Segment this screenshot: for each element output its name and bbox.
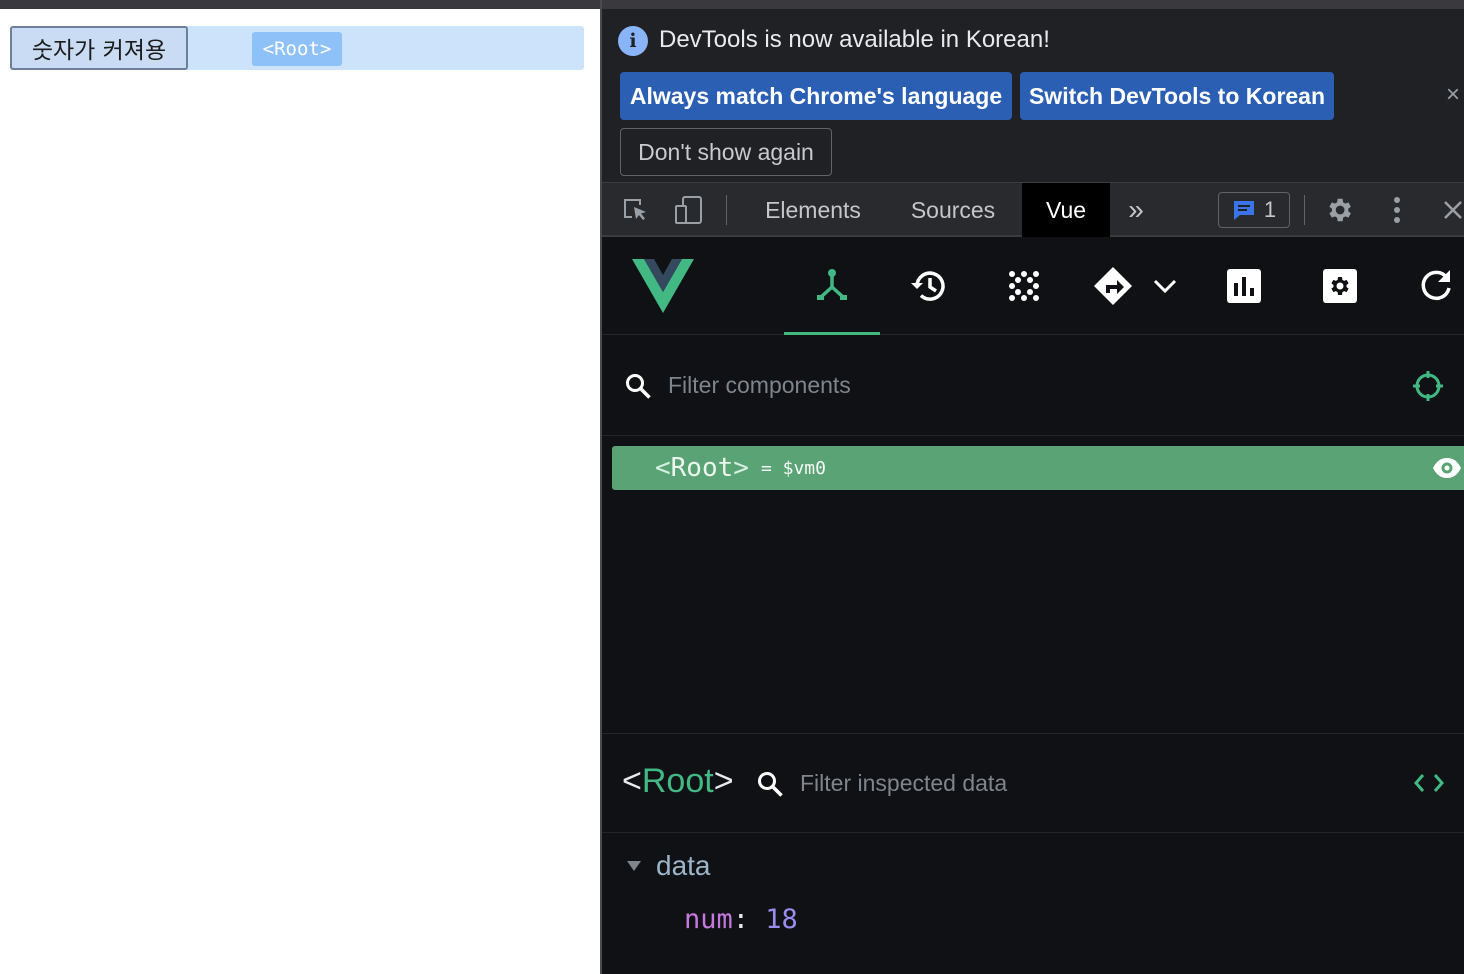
data-section-label: data	[656, 850, 711, 881]
more-tabs-chevron-icon[interactable]: »	[1118, 183, 1154, 237]
vue-logo-icon	[632, 259, 694, 318]
toolbar-separator	[726, 195, 727, 225]
tree-root-instance: = $vm0	[760, 457, 826, 479]
refresh-icon[interactable]	[1388, 237, 1464, 335]
settings-icon[interactable]	[1292, 237, 1388, 335]
more-options-icon[interactable]	[1382, 195, 1412, 225]
language-infobar: i DevTools is now available in Korean! A…	[602, 9, 1464, 183]
always-match-language-button[interactable]: Always match Chrome's language	[620, 72, 1012, 120]
root-component-label: <Root>	[252, 32, 342, 66]
devtools-top-border	[602, 0, 1464, 9]
switch-to-korean-button[interactable]: Switch DevTools to Korean	[1020, 72, 1334, 120]
tab-vue[interactable]: Vue	[1022, 183, 1110, 237]
caret-down-icon	[627, 861, 641, 871]
toolbar-separator	[1304, 195, 1305, 225]
settings-gear-icon[interactable]	[1324, 195, 1354, 225]
eye-icon[interactable]	[1432, 457, 1462, 484]
infobar-close-icon[interactable]: ×	[1446, 81, 1460, 109]
search-icon	[756, 770, 784, 803]
performance-icon[interactable]	[1196, 237, 1292, 335]
open-in-editor-code-icon[interactable]	[1414, 772, 1444, 799]
plugins-icon[interactable]	[976, 237, 1072, 335]
devtools-toolbar: Elements Sources Vue » 1	[602, 183, 1464, 237]
infobar-message: DevTools is now available in Korean!	[659, 26, 1050, 53]
devtools-panel: i DevTools is now available in Korean! A…	[600, 0, 1464, 974]
filter-inspected-data-input[interactable]: Filter inspected data	[800, 770, 1007, 797]
dont-show-again-button[interactable]: Don't show again	[620, 128, 832, 176]
issues-count: 1	[1263, 197, 1277, 222]
tab-sources[interactable]: Sources	[892, 183, 1014, 237]
tab-elements[interactable]: Elements	[748, 183, 878, 237]
select-component-target-icon[interactable]	[1412, 370, 1444, 407]
inspector-data-section: data num: 18	[602, 834, 1464, 974]
routes-icon[interactable]	[1072, 237, 1198, 335]
vue-devtools-nav	[602, 237, 1464, 335]
tree-root-tag: <Root>	[655, 453, 749, 483]
data-field-num[interactable]: num: 18	[684, 904, 798, 935]
inspected-component-name: <Root>	[622, 762, 734, 800]
timeline-icon[interactable]	[880, 237, 976, 335]
increment-button[interactable]: 숫자가 커져용	[10, 26, 188, 70]
inspect-element-icon[interactable]	[620, 195, 650, 225]
chevron-down-icon	[1153, 279, 1177, 294]
component-filter-bar: Filter components	[602, 336, 1464, 436]
app-page: 숫자가 커져용 <Root>	[0, 0, 600, 974]
device-toolbar-icon[interactable]	[674, 195, 704, 225]
issues-badge[interactable]: 1	[1218, 192, 1290, 228]
page-top-border	[0, 0, 600, 9]
info-icon: i	[618, 26, 648, 56]
filter-components-input[interactable]: Filter components	[668, 372, 851, 399]
inspector-header: <Root> Filter inspected data	[602, 733, 1464, 833]
search-icon	[624, 372, 652, 405]
data-section-toggle[interactable]: data	[626, 850, 711, 882]
message-icon	[1233, 201, 1254, 220]
components-icon[interactable]	[784, 237, 880, 335]
close-devtools-icon[interactable]	[1438, 195, 1464, 225]
tree-row-root[interactable]: <Root> = $vm0	[612, 446, 1464, 490]
